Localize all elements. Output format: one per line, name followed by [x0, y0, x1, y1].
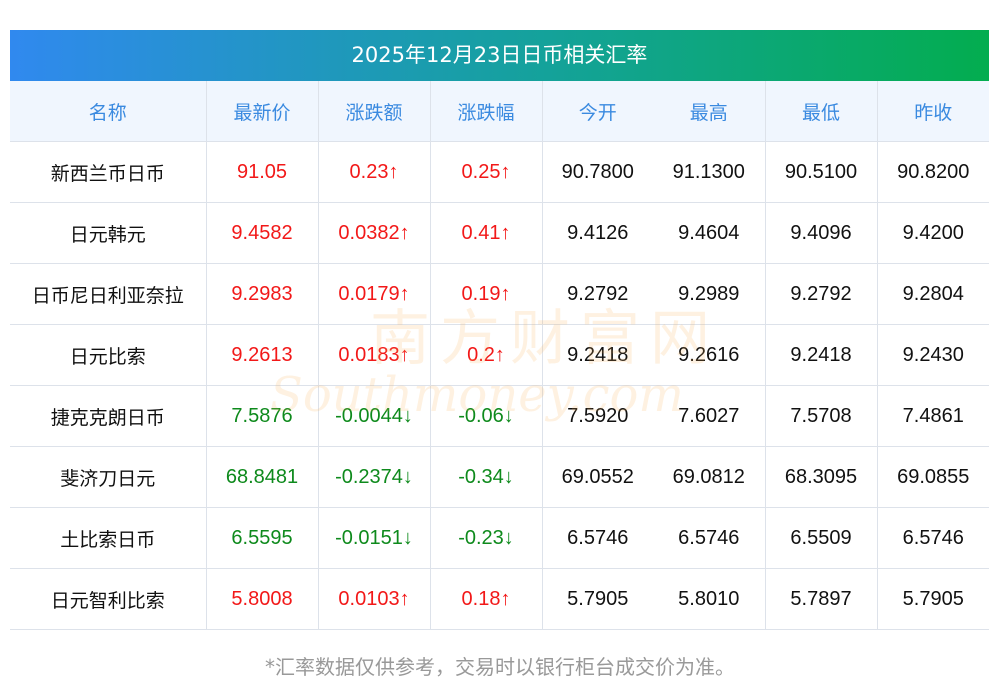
cell-pct: -0.23↓ — [429, 507, 542, 569]
cell-open: 9.2792 — [541, 263, 653, 325]
cell-high: 5.8010 — [653, 568, 765, 630]
cell-low: 5.7897 — [764, 568, 877, 630]
col-header-open: 今开 — [541, 81, 653, 142]
cell-latest: 9.2983 — [205, 263, 318, 325]
col-header-pct: 涨跌幅 — [429, 81, 542, 142]
cell-open: 90.7800 — [541, 141, 653, 203]
cell-name: 捷克克朗日币 — [10, 385, 206, 447]
cell-latest: 9.4582 — [205, 202, 318, 264]
cell-prev: 5.7905 — [876, 568, 989, 630]
cell-latest: 5.8008 — [205, 568, 318, 630]
table-row: 日币尼日利亚奈拉 9.2983 0.0179↑ 0.19↑ 9.2792 9.2989 9.… — [10, 263, 989, 325]
cell-pct: -0.34↓ — [429, 446, 542, 508]
cell-prev: 9.4200 — [876, 202, 989, 264]
cell-latest: 7.5876 — [205, 385, 318, 447]
cell-pct: 0.25↑ — [429, 141, 542, 203]
table-row: 新西兰币日币 91.05 0.23↑ 0.25↑ 90.7800 91.1300 90.51… — [10, 141, 989, 203]
table-row: 斐济刀日元 68.8481 -0.2374↓ -0.34↓ 69.0552 69.0812… — [10, 446, 989, 508]
cell-change: 0.23↑ — [317, 141, 430, 203]
cell-prev: 9.2804 — [876, 263, 989, 325]
cell-change: -0.2374↓ — [317, 446, 430, 508]
disclaimer: *汇率数据仅供参考，交易时以银行柜台成交价为准。 — [265, 655, 735, 679]
cell-low: 7.5708 — [764, 385, 877, 447]
cell-open: 9.2418 — [541, 324, 653, 386]
exchange-rate-panel: 2025年12月23日日币相关汇率 名称 最新价 涨跌额 涨跌幅 今开 最高 最… — [10, 30, 989, 630]
cell-pct: 0.41↑ — [429, 202, 542, 264]
cell-name: 日元智利比索 — [10, 568, 206, 630]
panel-title: 2025年12月23日日币相关汇率 — [10, 30, 989, 81]
cell-open: 69.0552 — [541, 446, 653, 508]
col-header-name: 名称 — [10, 81, 206, 142]
cell-name: 日元比索 — [10, 324, 206, 386]
cell-low: 6.5509 — [764, 507, 877, 569]
cell-change: 0.0382↑ — [317, 202, 430, 264]
cell-pct: 0.2↑ — [429, 324, 542, 386]
cell-prev: 7.4861 — [876, 385, 989, 447]
cell-high: 6.5746 — [653, 507, 765, 569]
cell-open: 6.5746 — [541, 507, 653, 569]
cell-name: 斐济刀日元 — [10, 446, 206, 508]
cell-high: 91.1300 — [653, 141, 765, 203]
rate-table: 名称 最新价 涨跌额 涨跌幅 今开 最高 最低 昨收 新西兰币日币 91.05 0.… — [10, 81, 989, 630]
cell-low: 9.2792 — [764, 263, 877, 325]
cell-latest: 68.8481 — [205, 446, 318, 508]
cell-change: 0.0103↑ — [317, 568, 430, 630]
cell-open: 9.4126 — [541, 202, 653, 264]
table-row: 日元智利比索 5.8008 0.0103↑ 0.18↑ 5.7905 5.8010 5.78… — [10, 568, 989, 630]
cell-name: 日元韩元 — [10, 202, 206, 264]
cell-prev: 69.0855 — [876, 446, 989, 508]
table-header-row: 名称 最新价 涨跌额 涨跌幅 今开 最高 最低 昨收 — [10, 81, 989, 142]
cell-pct: -0.06↓ — [429, 385, 542, 447]
table-row: 捷克克朗日币 7.5876 -0.0044↓ -0.06↓ 7.5920 7.6027 7.… — [10, 385, 989, 447]
cell-latest: 91.05 — [205, 141, 318, 203]
cell-high: 9.4604 — [653, 202, 765, 264]
cell-high: 9.2989 — [653, 263, 765, 325]
cell-latest: 9.2613 — [205, 324, 318, 386]
cell-change: 0.0183↑ — [317, 324, 430, 386]
cell-high: 9.2616 — [653, 324, 765, 386]
col-header-change: 涨跌额 — [317, 81, 430, 142]
cell-name: 新西兰币日币 — [10, 141, 206, 203]
cell-prev: 9.2430 — [876, 324, 989, 386]
cell-high: 69.0812 — [653, 446, 765, 508]
table-row: 日元比索 9.2613 0.0183↑ 0.2↑ 9.2418 9.2616 9.2418 9… — [10, 324, 989, 386]
cell-open: 5.7905 — [541, 568, 653, 630]
cell-change: -0.0151↓ — [317, 507, 430, 569]
cell-open: 7.5920 — [541, 385, 653, 447]
cell-prev: 90.8200 — [876, 141, 989, 203]
cell-prev: 6.5746 — [876, 507, 989, 569]
cell-change: 0.0179↑ — [317, 263, 430, 325]
cell-change: -0.0044↓ — [317, 385, 430, 447]
col-header-latest: 最新价 — [205, 81, 318, 142]
cell-pct: 0.18↑ — [429, 568, 542, 630]
cell-name: 土比索日币 — [10, 507, 206, 569]
cell-pct: 0.19↑ — [429, 263, 542, 325]
col-header-low: 最低 — [764, 81, 877, 142]
cell-high: 7.6027 — [653, 385, 765, 447]
cell-low: 9.4096 — [764, 202, 877, 264]
cell-low: 68.3095 — [764, 446, 877, 508]
cell-latest: 6.5595 — [205, 507, 318, 569]
table-row: 日元韩元 9.4582 0.0382↑ 0.41↑ 9.4126 9.4604 9.4096… — [10, 202, 989, 264]
cell-name: 日币尼日利亚奈拉 — [10, 263, 206, 325]
col-header-prev: 昨收 — [876, 81, 989, 142]
table-row: 土比索日币 6.5595 -0.0151↓ -0.23↓ 6.5746 6.5746 6.5… — [10, 507, 989, 569]
cell-low: 9.2418 — [764, 324, 877, 386]
col-header-high: 最高 — [653, 81, 765, 142]
cell-low: 90.5100 — [764, 141, 877, 203]
